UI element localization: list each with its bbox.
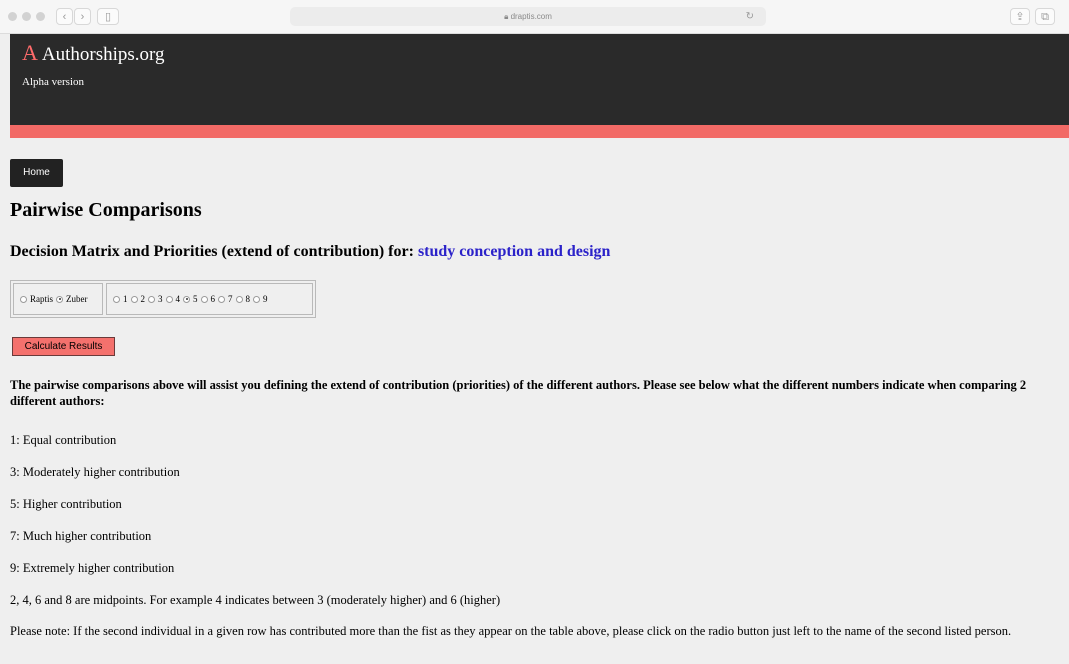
author-option-raptis[interactable]: Raptis: [20, 294, 55, 304]
scale-radio[interactable]: [200, 295, 208, 303]
note-text: Please note: If the second individual in…: [10, 624, 1012, 638]
site-logo[interactable]: A Authorships.org: [22, 40, 165, 66]
legend-item: 9: Extremely higher contribution: [10, 561, 175, 575]
address-text: draptis.com: [510, 12, 552, 21]
scale-option[interactable]: 8: [235, 294, 253, 304]
forward-button[interactable]: ›: [74, 8, 91, 25]
scale-radio[interactable]: [253, 295, 260, 303]
scale-radio[interactable]: [218, 295, 225, 303]
header-accent-bar: [10, 125, 1069, 138]
scale-option[interactable]: 9: [253, 294, 270, 304]
scale-radio[interactable]: [165, 295, 173, 303]
tabs-icon[interactable]: ⧉: [1035, 8, 1055, 25]
section-subtitle: Decision Matrix and Priorities (extend o…: [10, 243, 610, 261]
scale-label: 9: [263, 294, 268, 304]
site-header: A Authorships.org Alpha version: [10, 34, 1069, 125]
scale-radio[interactable]: [113, 295, 120, 303]
criterion-link[interactable]: study conception and design: [418, 243, 611, 260]
back-button[interactable]: ‹: [56, 8, 73, 25]
lock-icon: 🔒︎: [504, 12, 509, 21]
scale-radio[interactable]: [183, 295, 190, 303]
scale-radio[interactable]: [235, 295, 243, 303]
scale-radio[interactable]: [130, 295, 138, 303]
scale-option[interactable]: 1: [113, 294, 130, 304]
intro-text: The pairwise comparisons above will assi…: [10, 378, 1027, 408]
scale-label: 8: [245, 294, 251, 304]
legend-item: 1: Equal contribution: [10, 433, 117, 447]
author-label: Zuber: [66, 294, 88, 304]
scale-option[interactable]: 7: [218, 294, 235, 304]
subtitle-prefix: Decision Matrix and Priorities (extend o…: [10, 243, 414, 260]
scale-cell: 1 2 3 4 5 6 7 8 9: [106, 283, 313, 315]
scale-label: 7: [228, 294, 233, 304]
site-tagline: Alpha version: [22, 76, 85, 88]
address-bar[interactable]: 🔒︎ draptis.com ↻: [290, 7, 766, 26]
scale-label: 5: [193, 294, 198, 304]
scale-option[interactable]: 2: [130, 294, 148, 304]
logo-letter: A: [22, 40, 38, 65]
author-radio-zuber[interactable]: [56, 295, 64, 303]
browser-toolbar: ‹ › ▯ ◐ ≡ 🔒︎ draptis.com ↻ ⇪ ⧉: [0, 0, 1069, 34]
home-button[interactable]: Home: [10, 159, 63, 187]
scale-option[interactable]: 3: [148, 294, 165, 304]
share-icon[interactable]: ⇪: [1010, 8, 1030, 25]
scale-label: 3: [158, 294, 163, 304]
calculate-results-button[interactable]: Calculate Results: [12, 337, 115, 356]
scale-option[interactable]: 5: [183, 294, 200, 304]
legend-item: 3: Moderately higher contribution: [10, 465, 180, 479]
scale-label: 2: [140, 294, 146, 304]
maximize-window-icon[interactable]: [36, 12, 45, 21]
author-radio-raptis[interactable]: [20, 295, 27, 303]
scale-label: 1: [123, 294, 128, 304]
scale-option[interactable]: 4: [165, 294, 183, 304]
author-label: Raptis: [30, 294, 54, 304]
author-pair-cell: Raptis Zuber: [13, 283, 103, 315]
scale-label: 4: [175, 294, 181, 304]
reload-icon[interactable]: ↻: [746, 7, 754, 26]
sidebar-toggle-button[interactable]: ▯: [97, 8, 119, 25]
author-option-zuber[interactable]: Zuber: [56, 294, 90, 304]
comparison-table: Raptis Zuber 1 2 3 4 5 6 7 8 9: [10, 280, 316, 318]
legend-item: 5: Higher contribution: [10, 497, 122, 511]
close-window-icon[interactable]: [8, 12, 17, 21]
scale-label: 6: [210, 294, 216, 304]
legend-item: 7: Much higher contribution: [10, 529, 152, 543]
site-name: Authorships.org: [41, 44, 165, 65]
page-title: Pairwise Comparisons: [10, 199, 202, 221]
scale-radio[interactable]: [148, 295, 155, 303]
window-controls[interactable]: [8, 12, 45, 21]
scale-option[interactable]: 6: [200, 294, 218, 304]
minimize-window-icon[interactable]: [22, 12, 31, 21]
legend-item: 2, 4, 6 and 8 are midpoints. For example…: [10, 593, 501, 607]
